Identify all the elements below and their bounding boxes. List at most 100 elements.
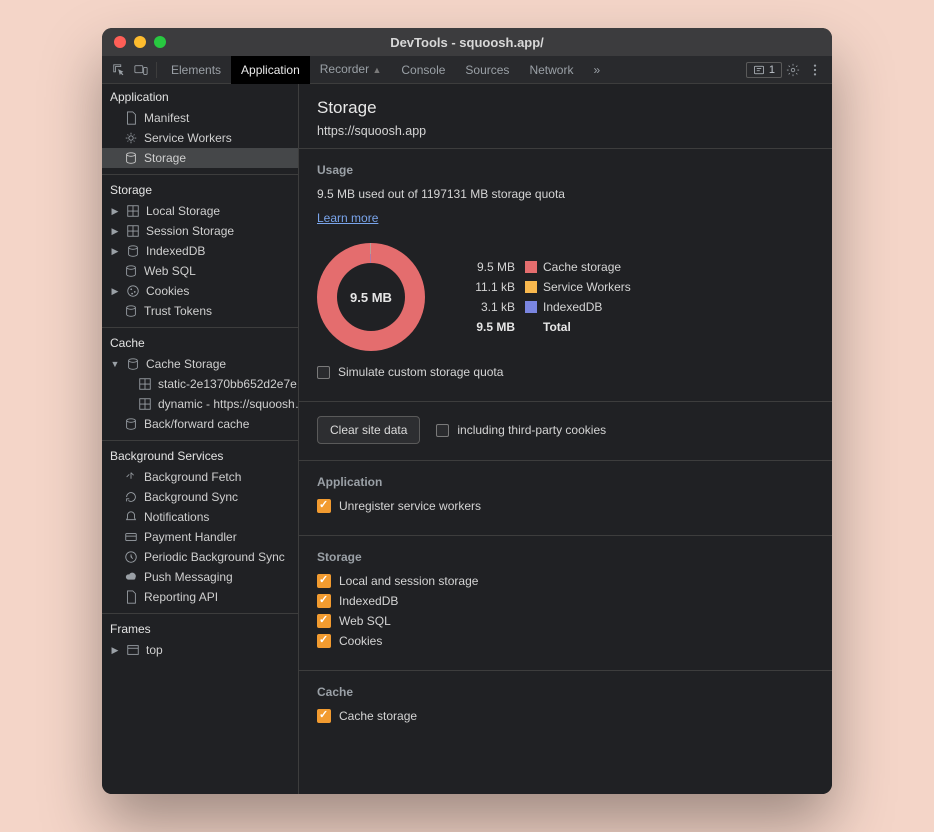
usage-heading: Usage xyxy=(317,163,814,177)
more-menu-icon[interactable] xyxy=(804,59,826,81)
clear-data-panel: Clear site data including third-party co… xyxy=(299,401,832,460)
inspect-element-icon[interactable] xyxy=(108,59,130,81)
cache-heading: Cache xyxy=(317,685,814,699)
third-party-cookies-checkbox[interactable] xyxy=(436,424,449,437)
third-party-cookies-label: including third-party cookies xyxy=(457,423,606,437)
sidebar-item-trust-tokens[interactable]: Trust Tokens xyxy=(102,301,298,321)
sidebar-label: Notifications xyxy=(144,510,209,524)
sidebar-item-service-workers[interactable]: Service Workers xyxy=(102,128,298,148)
application-heading: Application xyxy=(317,475,814,489)
chevron-right-icon: ▶ xyxy=(110,226,120,237)
issues-badge[interactable]: 1 xyxy=(746,62,782,78)
document-icon xyxy=(124,590,138,604)
database-icon xyxy=(126,357,140,371)
sidebar-label: Background Fetch xyxy=(144,470,241,484)
sidebar-label: Service Workers xyxy=(144,131,232,145)
database-icon xyxy=(124,264,138,278)
window-title: DevTools - squoosh.app/ xyxy=(102,35,832,50)
sidebar-label: Reporting API xyxy=(144,590,218,604)
tab-recorder-label: Recorder xyxy=(320,62,369,76)
sidebar-item-websql[interactable]: Web SQL xyxy=(102,261,298,281)
sidebar-label: Back/forward cache xyxy=(144,417,249,431)
legend-label: Cache storage xyxy=(543,260,631,274)
cloud-icon xyxy=(124,570,138,584)
simulate-quota-label: Simulate custom storage quota xyxy=(338,365,503,379)
tabs-overflow[interactable]: » xyxy=(583,56,610,84)
sidebar-label: Web SQL xyxy=(144,264,196,278)
sidebar-item-cache-storage[interactable]: ▼ Cache Storage xyxy=(102,354,298,374)
unregister-sw-checkbox[interactable] xyxy=(317,499,331,513)
sidebar-item-bg-fetch[interactable]: Background Fetch xyxy=(102,467,298,487)
chevron-right-icon: ▶ xyxy=(110,206,120,217)
sidebar-item-storage[interactable]: Storage xyxy=(102,148,298,168)
cookies-checkbox[interactable] xyxy=(317,634,331,648)
gear-icon xyxy=(124,131,138,145)
sidebar-section-bg: Background Services xyxy=(102,443,298,467)
chevron-down-icon: ▼ xyxy=(110,359,120,369)
sidebar-label: Payment Handler xyxy=(144,530,237,544)
settings-icon[interactable] xyxy=(782,59,804,81)
sidebar-item-cookies[interactable]: ▶ Cookies xyxy=(102,281,298,301)
frame-icon xyxy=(126,643,140,657)
sidebar-label: dynamic - https://squoosh… xyxy=(158,397,298,411)
sidebar-item-payment[interactable]: Payment Handler xyxy=(102,527,298,547)
learn-more-link[interactable]: Learn more xyxy=(317,211,378,225)
tab-network[interactable]: Network xyxy=(519,56,583,84)
tabbar: Elements Application Recorder ▲ Console … xyxy=(102,56,832,84)
usage-donut-chart: 9.5 MB xyxy=(317,243,425,351)
legend-label: IndexedDB xyxy=(543,300,631,314)
sidebar-item-cache-entry[interactable]: dynamic - https://squoosh… xyxy=(102,394,298,414)
grid-icon xyxy=(126,224,140,238)
content-title: Storage xyxy=(317,98,814,118)
legend-swatch xyxy=(525,261,537,273)
sync-icon xyxy=(124,470,138,484)
zoom-window-button[interactable] xyxy=(154,36,166,48)
sidebar-label: Cache Storage xyxy=(146,357,226,371)
database-icon xyxy=(124,417,138,431)
sidebar-item-push[interactable]: Push Messaging xyxy=(102,567,298,587)
sidebar-item-reporting[interactable]: Reporting API xyxy=(102,587,298,607)
sidebar-item-bfcache[interactable]: Back/forward cache xyxy=(102,414,298,434)
sidebar-label: IndexedDB xyxy=(146,244,205,258)
minimize-window-button[interactable] xyxy=(134,36,146,48)
sidebar-item-notifications[interactable]: Notifications xyxy=(102,507,298,527)
main-area: Application Manifest Service Workers Sto… xyxy=(102,84,832,794)
sidebar-item-periodic-sync[interactable]: Periodic Background Sync xyxy=(102,547,298,567)
simulate-quota-checkbox[interactable] xyxy=(317,366,330,379)
sidebar-item-indexeddb[interactable]: ▶ IndexedDB xyxy=(102,241,298,261)
tab-recorder[interactable]: Recorder ▲ xyxy=(310,55,392,84)
local-session-label: Local and session storage xyxy=(339,574,478,588)
indexeddb-checkbox[interactable] xyxy=(317,594,331,608)
tab-application[interactable]: Application xyxy=(231,56,310,84)
sidebar-item-manifest[interactable]: Manifest xyxy=(102,108,298,128)
sidebar-item-local-storage[interactable]: ▶ Local Storage xyxy=(102,201,298,221)
chevron-right-icon: ▶ xyxy=(110,246,120,257)
manifest-icon xyxy=(124,111,138,125)
sidebar: Application Manifest Service Workers Sto… xyxy=(102,84,299,794)
sidebar-section-cache: Cache xyxy=(102,330,298,354)
application-panel: Application Unregister service workers xyxy=(299,460,832,535)
sidebar-label: Local Storage xyxy=(146,204,220,218)
sidebar-item-frame-top[interactable]: ▶ top xyxy=(102,640,298,660)
cache-storage-label: Cache storage xyxy=(339,709,417,723)
sidebar-item-cache-entry[interactable]: static-2e1370bb652d2e7e… xyxy=(102,374,298,394)
websql-checkbox[interactable] xyxy=(317,614,331,628)
sidebar-item-bg-sync[interactable]: Background Sync xyxy=(102,487,298,507)
device-toolbar-icon[interactable] xyxy=(130,59,152,81)
cache-storage-checkbox[interactable] xyxy=(317,709,331,723)
cookies-label: Cookies xyxy=(339,634,382,648)
close-window-button[interactable] xyxy=(114,36,126,48)
storage-panel: Storage Local and session storage Indexe… xyxy=(299,535,832,670)
clear-site-data-button[interactable]: Clear site data xyxy=(317,416,420,444)
usage-donut-center: 9.5 MB xyxy=(317,243,425,351)
sidebar-label: Background Sync xyxy=(144,490,238,504)
sidebar-item-session-storage[interactable]: ▶ Session Storage xyxy=(102,221,298,241)
tab-console[interactable]: Console xyxy=(391,56,455,84)
legend-value: 11.1 kB xyxy=(455,280,515,294)
tab-elements[interactable]: Elements xyxy=(161,56,231,84)
database-icon xyxy=(124,304,138,318)
cookie-icon xyxy=(126,284,140,298)
traffic-lights xyxy=(102,36,166,48)
tab-sources[interactable]: Sources xyxy=(455,56,519,84)
local-session-checkbox[interactable] xyxy=(317,574,331,588)
